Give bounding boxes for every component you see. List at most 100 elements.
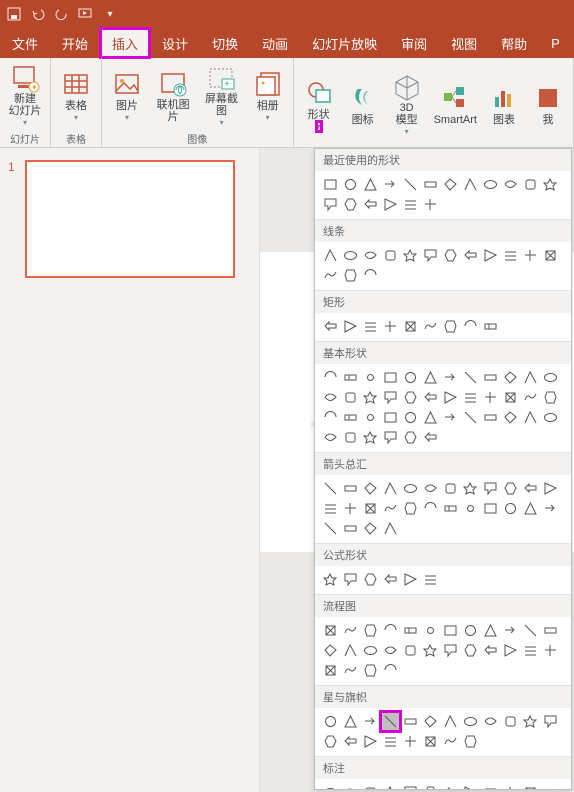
shape-item[interactable] [521, 479, 540, 498]
shape-item[interactable] [501, 712, 520, 731]
tab-10[interactable]: P [539, 28, 572, 58]
dropdown-arrow[interactable]: ▾ [23, 118, 27, 127]
shape-item[interactable] [381, 732, 400, 751]
dropdown-arrow[interactable]: ▾ [266, 113, 270, 122]
shape-item[interactable] [541, 621, 560, 640]
shape-item[interactable] [441, 175, 460, 194]
shape-item[interactable] [321, 621, 340, 640]
shape-item[interactable] [401, 175, 420, 194]
shape-item[interactable] [501, 388, 520, 407]
shape-item[interactable] [321, 479, 340, 498]
shape-item[interactable] [461, 621, 480, 640]
shape-item[interactable] [541, 246, 560, 265]
shape-item[interactable] [321, 368, 340, 387]
shape-item[interactable] [441, 246, 460, 265]
shape-item[interactable] [481, 388, 500, 407]
shape-item[interactable] [341, 621, 360, 640]
shape-item[interactable] [481, 479, 500, 498]
shape-item[interactable] [381, 641, 400, 660]
shape-item[interactable] [401, 712, 420, 731]
shape-item[interactable] [341, 317, 360, 336]
shape-item[interactable] [541, 499, 560, 518]
shape-item[interactable] [321, 499, 340, 518]
shape-item[interactable] [541, 479, 560, 498]
shape-item[interactable] [461, 732, 480, 751]
shape-item[interactable] [401, 621, 420, 640]
shape-item[interactable] [461, 175, 480, 194]
shape-item[interactable] [321, 641, 340, 660]
shape-item[interactable] [441, 388, 460, 407]
shape-item[interactable] [521, 368, 540, 387]
shape-item[interactable] [321, 266, 340, 285]
shape-item[interactable] [381, 408, 400, 427]
shape-item[interactable] [361, 621, 380, 640]
shape-item[interactable] [421, 570, 440, 589]
shape-item[interactable] [361, 408, 380, 427]
shape-item[interactable] [321, 783, 340, 790]
shape-item[interactable] [341, 570, 360, 589]
shape-item[interactable] [321, 175, 340, 194]
shape-item[interactable] [341, 783, 360, 790]
shape-item[interactable] [521, 783, 540, 790]
shape-item[interactable] [361, 641, 380, 660]
tab-6[interactable]: 幻灯片放映 [300, 28, 389, 58]
shape-item[interactable] [341, 388, 360, 407]
shape-item[interactable] [541, 641, 560, 660]
shape-item[interactable] [521, 712, 540, 731]
chart-button[interactable]: 图表 [483, 70, 525, 138]
shape-item[interactable] [321, 732, 340, 751]
shape-item[interactable] [361, 712, 380, 731]
shape-item[interactable] [321, 195, 340, 214]
save-icon[interactable] [6, 6, 22, 22]
shape-item[interactable] [501, 621, 520, 640]
shape-item[interactable] [421, 783, 440, 790]
shape-item[interactable] [401, 570, 420, 589]
shape-item[interactable] [441, 621, 460, 640]
shape-item[interactable] [381, 783, 400, 790]
shape-item[interactable] [441, 368, 460, 387]
shape-item[interactable] [381, 519, 400, 538]
shape-item[interactable] [541, 408, 560, 427]
shape-item[interactable] [401, 732, 420, 751]
shape-item[interactable] [321, 712, 340, 731]
shape-item[interactable] [501, 368, 520, 387]
shape-item[interactable] [381, 570, 400, 589]
shape-item[interactable] [461, 388, 480, 407]
smartart-button[interactable]: SmartArt [430, 70, 481, 138]
start-icon[interactable] [78, 6, 94, 22]
my-addins-button[interactable]: 我 [527, 70, 569, 138]
screenshot-button[interactable]: +屏幕截图▾ [198, 61, 244, 129]
shape-item[interactable] [361, 266, 380, 285]
shape-item[interactable] [361, 246, 380, 265]
shape-item[interactable] [381, 428, 400, 447]
dropdown-arrow[interactable]: ▾ [405, 127, 409, 136]
shape-item[interactable] [421, 621, 440, 640]
shape-item[interactable] [441, 479, 460, 498]
qat-overflow[interactable]: ▾ [102, 6, 118, 22]
shape-item[interactable] [461, 317, 480, 336]
undo-icon[interactable] [30, 6, 46, 22]
shape-item[interactable] [461, 246, 480, 265]
shape-item[interactable] [321, 519, 340, 538]
shape-item[interactable] [401, 246, 420, 265]
tab-5[interactable]: 动画 [250, 28, 300, 58]
shape-item[interactable] [441, 641, 460, 660]
tab-1[interactable]: 开始 [50, 28, 100, 58]
shape-item[interactable] [361, 175, 380, 194]
shape-item[interactable] [521, 246, 540, 265]
shape-item[interactable] [501, 783, 520, 790]
shape-item[interactable] [341, 661, 360, 680]
shape-item[interactable] [481, 368, 500, 387]
shape-item[interactable] [461, 712, 480, 731]
shape-item[interactable] [381, 317, 400, 336]
slide-thumbnail[interactable] [25, 160, 235, 278]
shape-item[interactable] [321, 317, 340, 336]
shape-item[interactable] [421, 428, 440, 447]
shape-item[interactable] [461, 479, 480, 498]
shape-item[interactable] [501, 246, 520, 265]
shape-item[interactable] [441, 783, 460, 790]
shape-item[interactable] [421, 499, 440, 518]
shape-item[interactable] [521, 499, 540, 518]
shape-item[interactable] [481, 499, 500, 518]
shape-item[interactable] [481, 317, 500, 336]
